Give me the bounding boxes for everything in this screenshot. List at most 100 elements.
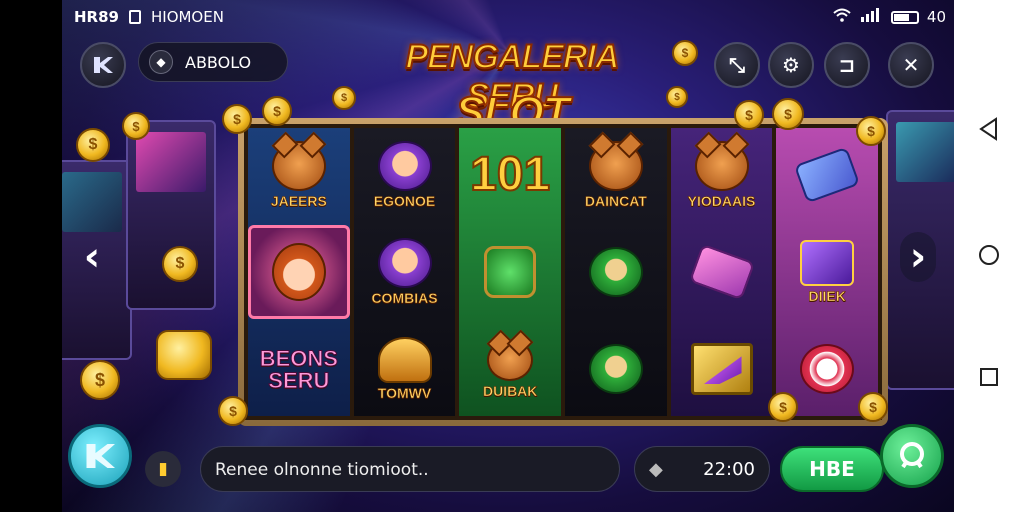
reel-2: EGONOE COMBIAS TOMWV [353,128,456,416]
settings-button[interactable]: ⚙ [768,42,814,88]
cell-label: DIIEK [808,287,846,305]
ball-icon [800,344,855,395]
coin-icon: $ [858,392,888,422]
image-icon [128,10,141,24]
reel-cell[interactable] [565,225,667,318]
purple-character-icon [377,237,432,288]
close-icon: ✕ [902,53,920,77]
animal-icon [271,140,326,191]
reel-3: 101 DUIBAK [459,128,562,416]
reel-cell[interactable]: DAINCAT [565,128,667,221]
cell-label: DAINCAT [584,192,648,209]
android-nav-bar [954,0,1024,512]
heart-icon: ◆ [649,458,663,480]
cell-label: YIODAAIS [687,192,756,209]
green-character-icon [588,246,643,297]
green-character-icon [588,344,643,395]
tool-icon [688,243,755,301]
connect-icon: ⤡ [729,53,745,77]
reel-1: JAEERS BEONS SERU [248,128,350,416]
back-triangle-icon [979,117,997,141]
coin-icon: $ [666,86,688,108]
reel-cell[interactable]: DUIBAK [459,323,561,416]
reel-cell[interactable] [565,323,667,416]
coin-icon: $ [856,116,886,146]
shield-icon: ◆ [149,50,173,74]
purple-character-icon [377,140,432,191]
k-logo-icon [86,444,115,468]
coin-icon: $ [80,360,120,400]
cell-label: TOMWV [377,385,432,402]
girl-icon [271,242,326,301]
reel-cell[interactable]: JAEERS [248,128,350,221]
recents-nav-button[interactable] [976,364,1002,390]
signal-icon [859,8,883,26]
menu-button[interactable]: ⊐ [824,42,870,88]
coin-icon: $ [262,96,292,126]
phone-frame: HR89 HIOMOEN 40 ◆ ABBOLO ⤡ ⚙ ⊐ ✕ PENGALE… [0,0,1024,512]
reel-cell[interactable]: BEONS SERU [248,323,350,416]
reel-cell[interactable] [248,225,350,319]
coin-icon: $ [222,104,252,134]
reel-cell[interactable]: YIODAAIS [671,128,773,221]
status-bar: HR89 HIOMOEN 40 [62,0,954,34]
crate-icon [690,343,753,396]
credit-value: 22:00 [703,458,755,480]
bell-icon [377,337,432,384]
reel-cell[interactable]: TOMWV [354,323,456,416]
k-logo-icon [94,57,113,73]
reel-cell[interactable]: 101 [459,128,561,221]
user-label: ABBOLO [185,52,252,72]
connect-button[interactable]: ⤡ [714,42,760,88]
slot-machine: JAEERS BEONS SERU EGONOE COMBIAS TOMWV 1… [238,118,888,426]
coin-icon: $ [122,112,150,140]
user-pill[interactable]: ◆ ABBOLO [138,42,288,82]
notification-text: HIOMOEN [150,8,224,26]
reel-4: DAINCAT [565,128,667,416]
coin-icon: $ [734,100,764,130]
coin-icon: $ [218,396,248,426]
reel-cell[interactable]: DIIEK [776,225,878,318]
home-nav-button[interactable] [976,242,1002,268]
next-arrow-button[interactable]: › [900,232,936,282]
coin-icon: $ [76,128,110,162]
cell-label: DUIBAK [482,383,538,400]
reel-cell[interactable] [671,323,773,416]
animal-icon [694,140,749,191]
cell-label: COMBIAS [371,289,438,307]
reel-cell[interactable] [671,225,773,318]
back-button[interactable] [80,42,126,88]
coin-icon: $ [162,246,198,282]
game-screen: HR89 HIOMOEN 40 ◆ ABBOLO ⤡ ⚙ ⊐ ✕ PENGALE… [62,0,954,512]
search-button[interactable] [880,424,944,488]
coin-icon: $ [332,86,356,110]
message-bar[interactable]: ▮ Renee olnonne tiomioot.. [145,446,620,492]
coin-icon: $ [772,98,804,130]
menu-icon: ⊐ [838,53,856,77]
animal-icon [588,140,643,191]
arcade-machine-left-2 [126,120,216,310]
back-nav-button[interactable] [976,116,1002,142]
bottom-bar: ▮ Renee olnonne tiomioot.. ◆ 22:00 HBE [62,424,954,512]
home-circle-icon [979,245,999,265]
reel-cell[interactable]: COMBIAS [354,225,456,318]
close-button[interactable]: ✕ [888,42,934,88]
character-icon [487,339,534,382]
message-text: Renee olnonne tiomioot.. [215,460,429,480]
spin-button[interactable]: HBE [780,446,884,492]
reels: JAEERS BEONS SERU EGONOE COMBIAS TOMWV 1… [244,124,882,420]
coin-icon: $ [768,392,798,422]
reel-cell[interactable] [459,225,561,318]
coin-icon: $ [672,40,698,66]
home-game-button[interactable] [68,424,132,488]
box-icon [800,239,855,286]
cell-label: JAEERS [270,192,328,209]
credit-display: ◆ 22:00 [634,446,770,492]
cell-label: EGONOE [373,192,436,209]
previous-arrow-button[interactable]: ‹ [74,232,110,282]
reel-cell[interactable]: EGONOE [354,128,456,221]
reel-5: YIODAAIS [670,128,773,416]
battery-icon [890,10,919,24]
info-icon: ▮ [145,451,181,487]
green-shield-icon [484,245,537,298]
